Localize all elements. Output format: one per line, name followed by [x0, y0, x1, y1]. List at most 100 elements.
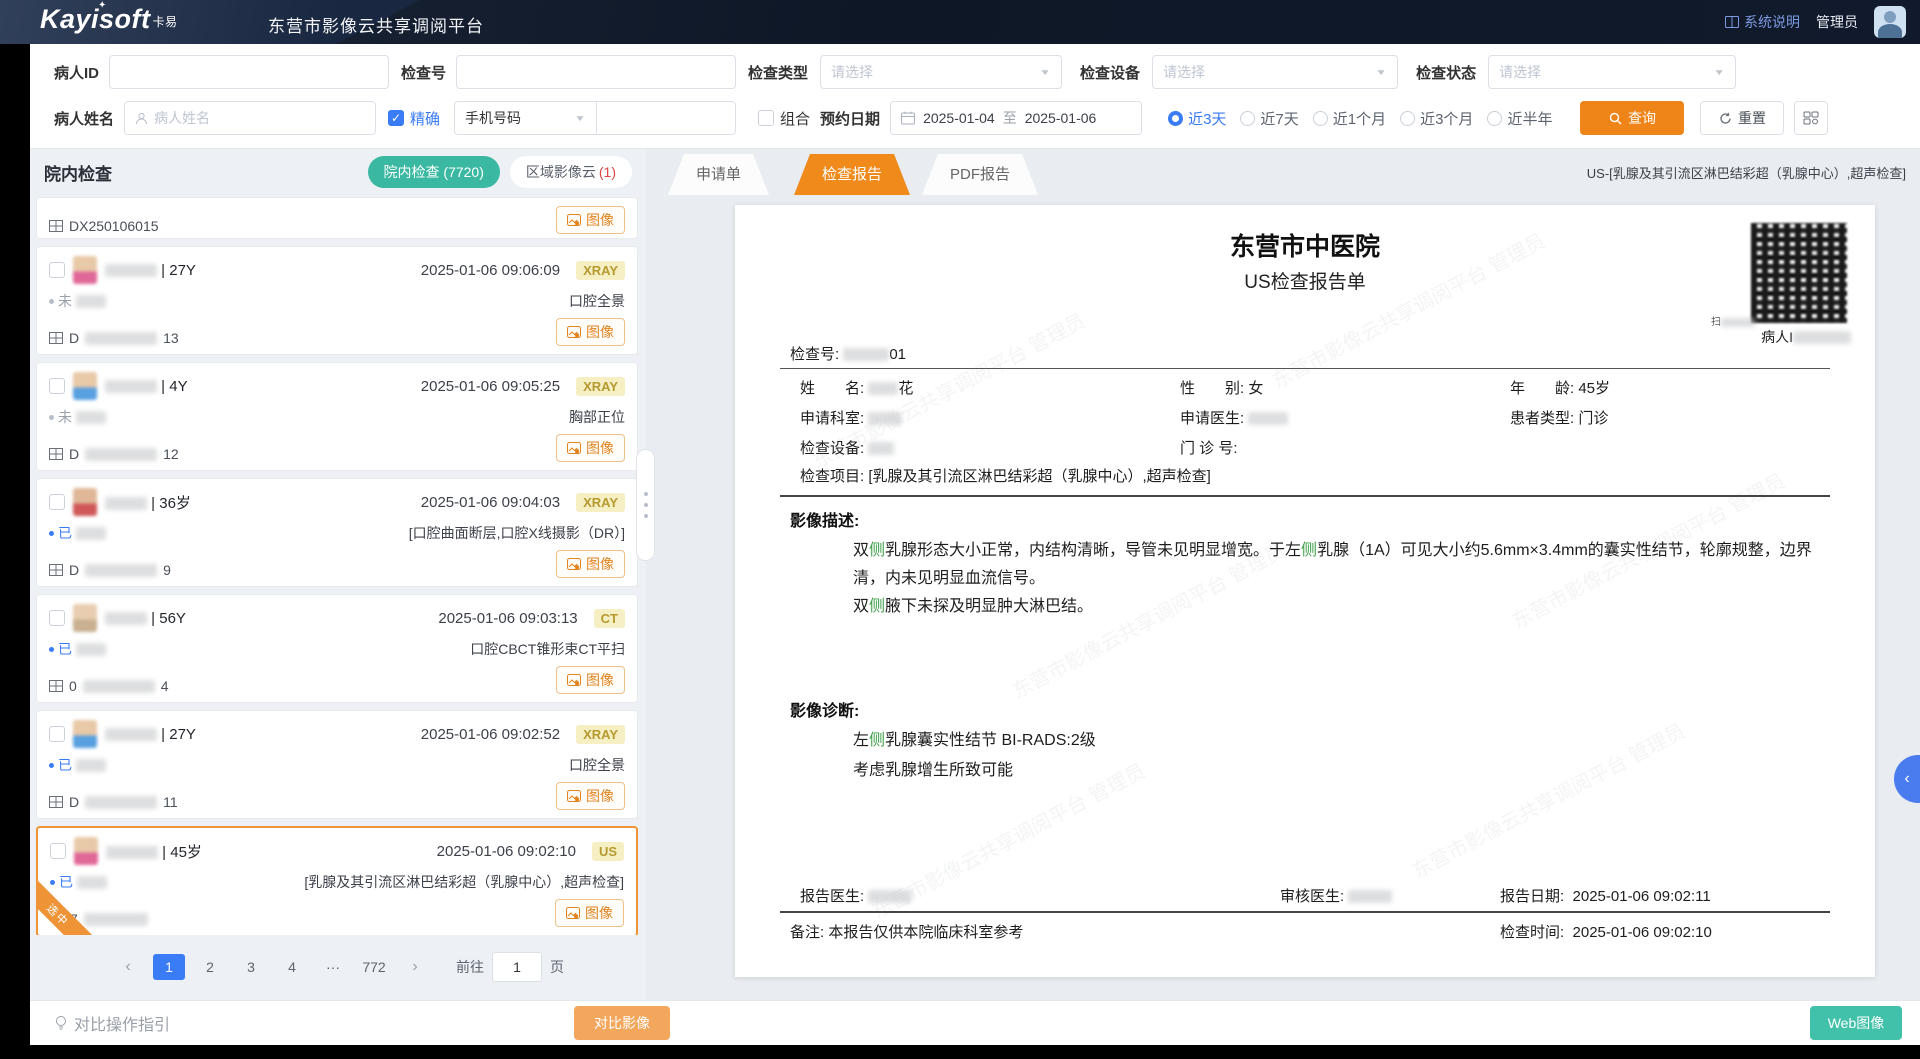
- prev-page-button[interactable]: ‹: [112, 954, 144, 980]
- image-icon: [567, 558, 581, 570]
- user-avatar[interactable]: [1874, 6, 1906, 38]
- range-3m-label[interactable]: 近3个月: [1420, 108, 1473, 129]
- range-7d-label[interactable]: 近7天: [1260, 108, 1298, 129]
- image-button[interactable]: 图像: [556, 666, 625, 694]
- report-exam-no: 检查号: 01: [790, 343, 906, 364]
- item-checkbox[interactable]: [49, 494, 65, 510]
- date-label: 预约日期: [820, 108, 880, 129]
- list-item[interactable]: | 36岁 2025-01-06 09:04:03 XRAY 已 [口腔曲面断层…: [36, 478, 638, 587]
- page-ellipsis[interactable]: ···: [317, 954, 349, 980]
- list-item-selected[interactable]: | 45岁 2025-01-06 09:02:10 US 已 [乳腺及其引流区淋…: [36, 826, 638, 935]
- compare-images-button[interactable]: 对比影像: [574, 1006, 670, 1040]
- image-icon: [567, 674, 581, 686]
- reset-button[interactable]: 重置: [1700, 101, 1784, 135]
- list-item[interactable]: | 4Y 2025-01-06 09:05:25 XRAY 未 胸部正位 D12: [36, 362, 638, 471]
- page-button-2[interactable]: 2: [194, 954, 226, 980]
- field-patient-type: 患者类型: 门诊: [1510, 407, 1608, 428]
- list-item-partial[interactable]: DX250106015 图像: [36, 197, 638, 239]
- panel-resize-handle[interactable]: [636, 449, 655, 561]
- report-date: 报告日期: 2025-01-06 09:02:11: [1500, 885, 1711, 906]
- list-item[interactable]: | 27Y 2025-01-06 09:02:52 XRAY 已 口腔全景 D1…: [36, 710, 638, 819]
- modality-badge: XRAY: [576, 377, 625, 396]
- image-button[interactable]: 图像: [556, 318, 625, 346]
- patient-id-input[interactable]: [109, 55, 389, 89]
- item-checkbox[interactable]: [49, 726, 65, 742]
- phone-select[interactable]: 手机号码▼: [454, 101, 596, 135]
- item-checkbox[interactable]: [49, 378, 65, 394]
- logo-star-icon: ✦: [98, 0, 107, 11]
- patient-avatar: [73, 604, 97, 632]
- search-icon: [1609, 112, 1622, 125]
- range-6m-radio[interactable]: [1487, 111, 1502, 126]
- exam-type-label: 检查类型: [748, 62, 808, 83]
- combo-label: 组合: [780, 108, 810, 129]
- exact-label: 精确: [410, 108, 440, 129]
- exam-type-select[interactable]: 请选择▼: [820, 55, 1062, 89]
- report-panel: 申请单 检查报告 PDF报告 US-[乳腺及其引流区淋巴结彩超（乳腺中心）,超声…: [646, 149, 1920, 1001]
- next-page-button[interactable]: ›: [399, 954, 431, 980]
- item-checkbox[interactable]: [49, 610, 65, 626]
- exam-status-select[interactable]: 请选择▼: [1488, 55, 1736, 89]
- range-3d-label[interactable]: 近3天: [1188, 108, 1226, 129]
- patient-id-label: 病人ID: [54, 62, 99, 83]
- tab-regional-cloud[interactable]: 区域影像云(1): [510, 156, 632, 188]
- report-doctor: 报告医生:: [800, 885, 912, 906]
- diag-line-1: 左侧乳腺囊实性结节 BI-RADS:2级: [853, 727, 1825, 755]
- date-range-input[interactable]: 2025-01-04 至 2025-01-06: [890, 101, 1142, 135]
- range-6m-label[interactable]: 近半年: [1507, 108, 1552, 129]
- exam-time-field: 检查时间: 2025-01-06 09:02:10: [1500, 921, 1712, 942]
- tab-application-form[interactable]: 申请单: [668, 154, 769, 195]
- system-help-link[interactable]: 系统说明: [1725, 12, 1800, 32]
- exam-desc: 口腔CBCT锥形束CT平扫: [470, 639, 625, 659]
- exact-checkbox[interactable]: ✓: [388, 110, 404, 126]
- exam-list-panel: 院内检查 院内检查 (7720) 区域影像云(1) DX250106015: [30, 149, 646, 1001]
- field-clinic-no: 门 诊 号:: [1180, 437, 1238, 458]
- range-3m-radio[interactable]: [1400, 111, 1415, 126]
- page-button-772[interactable]: 772: [358, 954, 390, 980]
- range-7d-radio[interactable]: [1240, 111, 1255, 126]
- book-icon: [1725, 16, 1739, 28]
- combo-checkbox[interactable]: [758, 110, 774, 126]
- field-name: 姓 名: 花: [800, 377, 913, 398]
- image-button[interactable]: 图像: [556, 782, 625, 810]
- field-gender: 性 别: 女: [1180, 377, 1263, 398]
- image-button[interactable]: 图像: [556, 550, 625, 578]
- exam-list: DX250106015 图像 |: [36, 197, 638, 935]
- image-button[interactable]: 图像: [556, 206, 625, 234]
- page-button-3[interactable]: 3: [235, 954, 267, 980]
- list-item[interactable]: | 27Y 2025-01-06 09:06:09 XRAY 未 口腔全景 D1…: [36, 246, 638, 355]
- view-toggle-button[interactable]: [1794, 101, 1828, 135]
- phone-input[interactable]: [596, 101, 736, 135]
- field-age: 年 龄: 45岁: [1510, 377, 1610, 398]
- exam-time: 2025-01-06 09:04:03: [421, 494, 560, 511]
- range-1m-label[interactable]: 近1个月: [1333, 108, 1386, 129]
- web-image-button[interactable]: Web图像: [1810, 1006, 1902, 1040]
- refresh-icon: [1719, 112, 1732, 125]
- image-button[interactable]: 图像: [555, 899, 624, 927]
- exam-no-input[interactable]: [456, 55, 736, 89]
- item-checkbox[interactable]: [50, 843, 66, 859]
- page-button-4[interactable]: 4: [276, 954, 308, 980]
- tab-internal-exams[interactable]: 院内检查 (7720): [368, 156, 500, 188]
- user-name[interactable]: 管理员: [1816, 12, 1858, 32]
- chevron-down-icon: ▼: [574, 113, 586, 123]
- image-button[interactable]: 图像: [556, 434, 625, 462]
- range-3d-radio[interactable]: [1168, 111, 1183, 126]
- item-checkbox[interactable]: [49, 262, 65, 278]
- patient-name-input[interactable]: 病人姓名: [124, 101, 376, 135]
- page-button-1[interactable]: 1: [153, 954, 185, 980]
- tab-exam-report[interactable]: 检查报告: [794, 154, 910, 195]
- list-item[interactable]: | 56Y 2025-01-06 09:03:13 CT 已 口腔CBCT锥形束…: [36, 594, 638, 703]
- exam-time: 2025-01-06 09:02:10: [437, 843, 576, 860]
- patient-avatar: [73, 372, 97, 400]
- goto-page-input[interactable]: [492, 952, 542, 982]
- remark: 备注: 本报告仅供本院临床科室参考: [790, 921, 1023, 942]
- compare-guide-link[interactable]: 对比操作指引: [54, 1001, 170, 1045]
- tab-pdf-report[interactable]: PDF报告: [922, 154, 1038, 195]
- patient-avatar: [73, 720, 97, 748]
- range-1m-radio[interactable]: [1313, 111, 1328, 126]
- exam-device-select[interactable]: 请选择▼: [1152, 55, 1398, 89]
- image-icon: [567, 442, 581, 454]
- query-button[interactable]: 查询: [1580, 101, 1684, 135]
- grid-icon: [49, 796, 63, 808]
